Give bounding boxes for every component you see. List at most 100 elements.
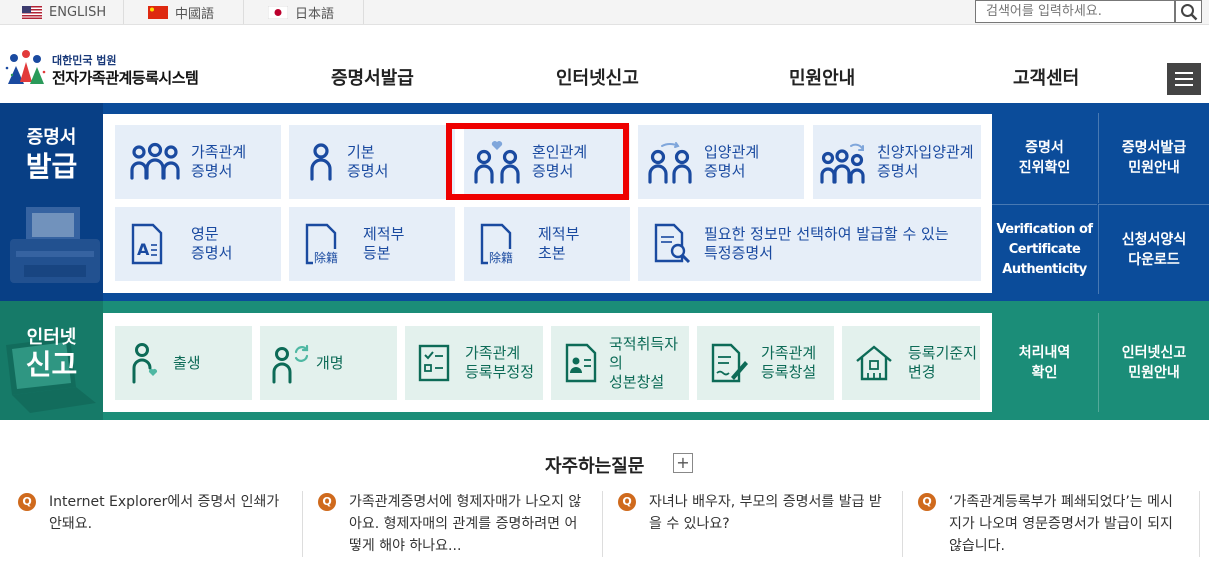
tile-line2: 초본 (538, 244, 566, 262)
internet-report-guide-link[interactable]: 인터넷신고 민원안내 (1098, 313, 1209, 412)
nav-certificate-issue[interactable]: 증명서발급 (331, 64, 414, 90)
lang-english-label: ENGLISH (49, 4, 107, 20)
internet-report-quick-links: 처리내역 확인 인터넷신고 민원안내 (992, 301, 1209, 420)
search-icon (1180, 3, 1198, 21)
tile-line1: 제적부 (538, 225, 580, 243)
search-input[interactable] (975, 0, 1175, 23)
verification-english-link[interactable]: Verification of Certificate Authenticity (992, 204, 1097, 294)
nav-internet-report[interactable]: 인터넷신고 (556, 64, 639, 90)
divider (902, 491, 903, 557)
doc-search-icon (652, 223, 692, 265)
top-utility-bar: ENGLISH 中國語 日本語 (0, 0, 1209, 25)
stamp-label: 除籍 (488, 249, 515, 266)
faq-title: 자주하는질문 (545, 456, 645, 477)
tile-line1: 국적취득자의 (609, 334, 679, 372)
birth-icon (131, 342, 161, 384)
faq-item[interactable]: Q Internet Explorer에서 증명서 인쇄가 안돼요. (18, 491, 286, 561)
verify-authenticity-link[interactable]: 증명서 진위확인 (992, 113, 1097, 203)
tile-line1: 친양자입양관계 (877, 143, 974, 161)
divider (302, 491, 303, 557)
tile-line2: 증명서 (191, 162, 233, 180)
tile-line1: 영문 (191, 225, 219, 243)
svg-text:A: A (137, 240, 150, 259)
us-flag-icon (22, 5, 42, 19)
link-line1: Verification of (996, 221, 1093, 237)
person-icon (309, 142, 333, 182)
marriage-icon (472, 140, 522, 184)
tile-specific-cert[interactable]: 필요한 정보만 선택하여 발급할 수 있는 특정증명서 (638, 207, 981, 281)
lang-chinese-link[interactable]: 中國語 (148, 0, 214, 24)
tile-line1: 등록기준지 (908, 344, 978, 362)
tile-line2: 특정증명서 (704, 244, 774, 262)
logo-subtitle: 대한민국 법원 (52, 54, 117, 67)
search-button[interactable] (1175, 0, 1202, 23)
tile-english-cert[interactable]: A 영문 증명서 (115, 207, 281, 281)
certificate-tiles-panel: 가족관계 증명서 기본 증명서 혼인관계 증명서 입양관계 증명서 친양자입양관… (103, 114, 992, 293)
faq-text: 가족관계증명서에 형제자매가 나오지 않아요. 형제자매의 관계를 증명하려면 … (349, 494, 582, 554)
processing-history-link[interactable]: 처리내역 확인 (992, 313, 1097, 412)
tile-line2: 등록창설 (761, 363, 817, 381)
tile-line1: 제적부 (363, 225, 405, 243)
tile-register-creation[interactable]: 가족관계 등록창설 (697, 326, 834, 400)
family-icon (129, 142, 181, 182)
tile-line2: 증명서 (191, 244, 233, 262)
link-line1: 신청서양식 (1121, 231, 1187, 248)
tile-line1: 출생 (173, 353, 201, 372)
internet-report-section: 인터넷 신고 출생 개명 가족관계 등록부정정 국적취득자의 성본창설 가족관계… (0, 301, 1209, 420)
tile-line1: 기본 (347, 143, 375, 161)
certificate-section-title: 증명서 발급 (0, 103, 103, 301)
question-badge: Q (18, 493, 36, 511)
faq-text: 자녀나 배우자, 부모의 증명서를 발급 받을 수 있나요? (649, 494, 882, 532)
china-flag-icon (148, 5, 168, 19)
faq-text: Internet Explorer에서 증명서 인쇄가 안돼요. (49, 494, 280, 532)
internet-report-tiles-panel: 출생 개명 가족관계 등록부정정 국적취득자의 성본창설 가족관계 등록창설 등… (103, 313, 992, 412)
stamp-label: 除籍 (313, 249, 340, 266)
divider (1199, 491, 1200, 557)
tile-line1: 혼인관계 (532, 143, 588, 161)
japan-flag-icon (268, 5, 288, 19)
tile-adoption-relation-cert[interactable]: 입양관계 증명서 (638, 125, 804, 199)
court-emblem-icon (4, 48, 48, 88)
full-adoption-icon (819, 140, 869, 184)
link-line1: 증명서발급 (1121, 140, 1187, 156)
id-card-icon (563, 343, 599, 383)
tile-removed-register-extract[interactable]: 除籍 제적부 초본 (464, 207, 630, 281)
divider (123, 0, 124, 24)
faq-more-button[interactable]: + (673, 453, 693, 473)
tile-register-correction[interactable]: 가족관계 등록부정정 (405, 326, 543, 400)
lang-japanese-link[interactable]: 日本語 (268, 0, 334, 24)
nav-customer-center[interactable]: 고객센터 (1013, 64, 1079, 90)
checklist-icon (417, 343, 451, 383)
link-line2: Certificate (1008, 241, 1081, 257)
tile-family-relation-cert[interactable]: 가족관계 증명서 (115, 125, 281, 199)
link-line2: 민원안내 (1128, 160, 1180, 176)
tile-line2: 증명서 (877, 162, 919, 180)
faq-item[interactable]: Q ‘가족관계등록부가 폐쇄되었다’는 메시지가 나오며 영문증명서가 발급이 … (918, 491, 1182, 561)
tile-registration-base-change[interactable]: 등록기준지 변경 (842, 326, 980, 400)
tile-line1: 개명 (316, 353, 344, 372)
hamburger-menu-button[interactable] (1167, 63, 1201, 95)
house-icon (854, 343, 894, 383)
nav-civil-guide[interactable]: 민원안내 (789, 64, 855, 90)
tile-basic-cert[interactable]: 기본 증명서 (289, 125, 455, 199)
faq-item[interactable]: Q 자녀나 배우자, 부모의 증명서를 발급 받을 수 있나요? (618, 491, 888, 561)
divider (602, 491, 603, 557)
faq-item[interactable]: Q 가족관계증명서에 형제자매가 나오지 않아요. 형제자매의 관계를 증명하려… (318, 491, 588, 561)
tile-line1: 가족관계 (761, 344, 817, 362)
cert-issue-guide-link[interactable]: 증명서발급민원안내 (1098, 113, 1209, 203)
link-line3: Authenticity (1002, 261, 1087, 277)
tile-full-adoption-cert[interactable]: 친양자입양관계 증명서 (813, 125, 981, 199)
rename-icon (272, 342, 312, 384)
tile-naturalized-surname-creation[interactable]: 국적취득자의 성본창설 (551, 326, 689, 400)
tile-marriage-relation-cert[interactable]: 혼인관계 증명서 (464, 125, 630, 199)
tile-line2: 성본창설 (609, 372, 665, 391)
tile-line1: 가족관계 (191, 143, 247, 161)
tile-line2: 등록부정정 (465, 363, 535, 381)
tile-rename-report[interactable]: 개명 (260, 326, 397, 400)
tile-removed-register-copy[interactable]: 除籍 제적부 등본 (289, 207, 455, 281)
site-logo[interactable]: 대한민국 법원 전자가족관계등록시스템 (4, 46, 224, 92)
lang-english-link[interactable]: ENGLISH (22, 0, 106, 24)
tile-line1: 입양관계 (704, 143, 760, 161)
form-download-link[interactable]: 신청서양식 다운로드 (1098, 204, 1209, 294)
tile-birth-report[interactable]: 출생 (115, 326, 252, 400)
